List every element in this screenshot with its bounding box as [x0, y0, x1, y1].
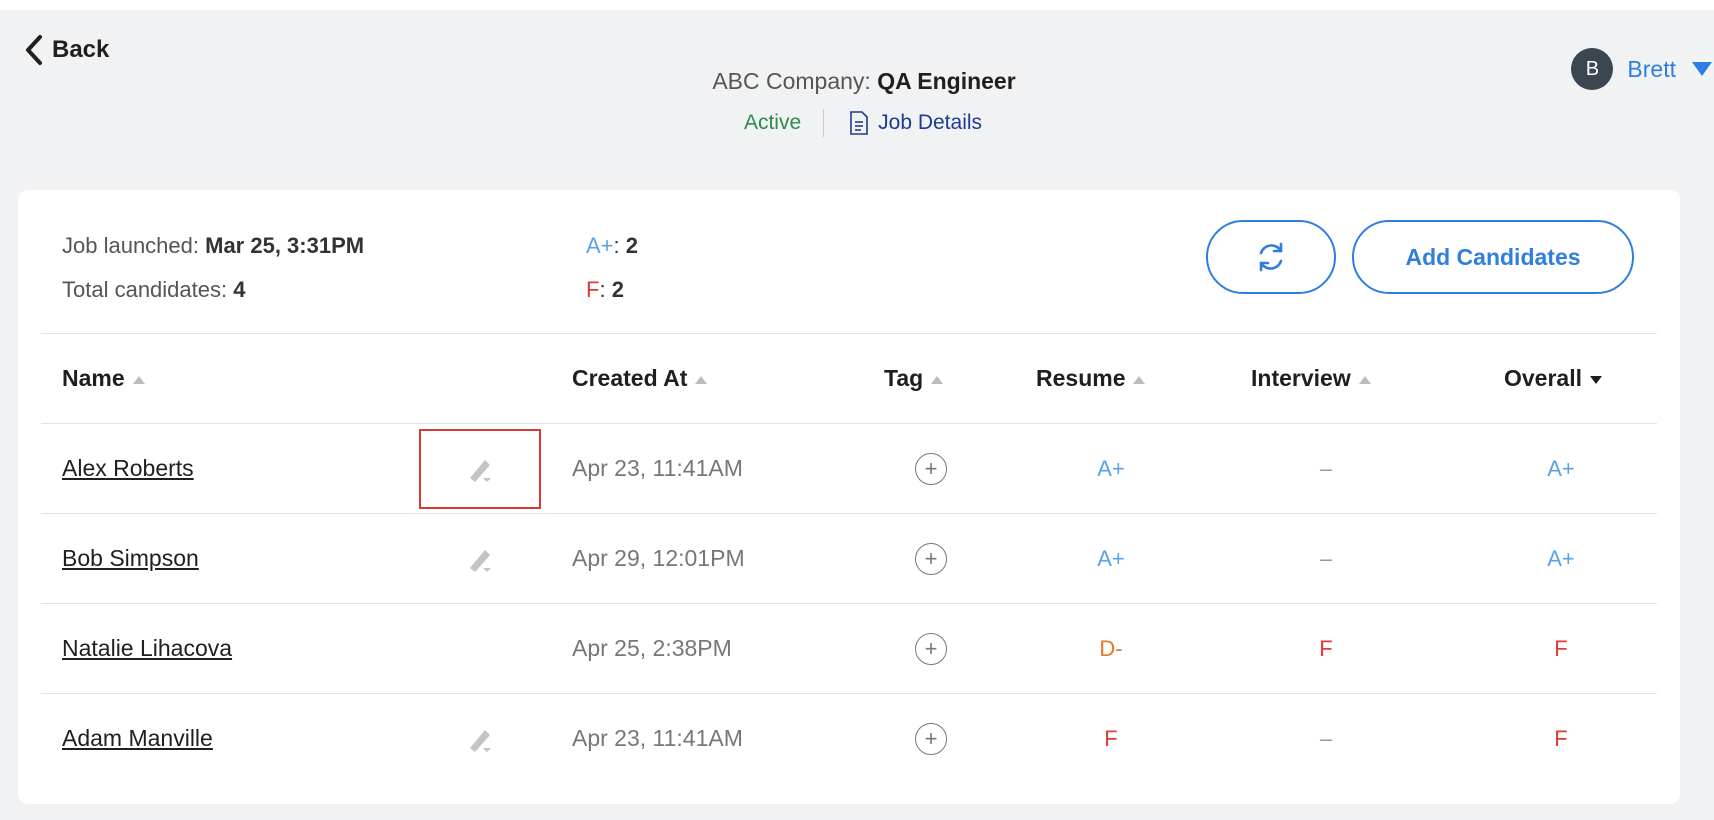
interview-grade: –	[1319, 455, 1333, 481]
tag-cell: +	[881, 632, 981, 665]
created-at: Apr 29, 12:01PM	[572, 545, 745, 571]
resume-grade: A+	[1097, 545, 1125, 571]
grade-sep: :	[599, 277, 606, 302]
header-interview-label: Interview	[1251, 365, 1351, 391]
header-interview[interactable]: Interview	[1251, 365, 1371, 392]
interview-grade: –	[1319, 725, 1333, 751]
header-overall[interactable]: Overall	[1504, 365, 1602, 392]
edit-icon[interactable]	[465, 454, 495, 484]
resume-grade: A+	[1097, 455, 1125, 481]
grade-count: 2	[611, 277, 624, 302]
overall-grade: F	[1554, 635, 1568, 661]
grade-sep: :	[613, 233, 620, 258]
grade-counts: A+: 2 F: 2	[586, 224, 638, 312]
job-stats: Job launched: Mar 25, 3:31PM Total candi…	[62, 224, 364, 312]
table-row: Alex Roberts Apr 23, 11:41AM + A+ – A+	[41, 423, 1657, 513]
tag-cell: +	[881, 542, 981, 575]
total-candidates: Total candidates: 4	[62, 268, 364, 312]
add-tag-icon[interactable]: +	[915, 452, 947, 485]
grade-label: A+	[586, 233, 614, 258]
job-details-link[interactable]: Job Details	[824, 110, 982, 136]
edit-icon[interactable]	[465, 544, 495, 574]
status-badge: Active	[744, 109, 825, 137]
add-tag-icon[interactable]: +	[915, 722, 947, 755]
resume-grade: F	[1104, 725, 1118, 751]
refresh-button[interactable]	[1206, 220, 1336, 294]
candidate-name-link[interactable]: Alex Roberts	[62, 455, 194, 482]
company-prefix: ABC Company:	[712, 68, 871, 94]
avatar: B	[1571, 48, 1614, 90]
grade-count: 2	[625, 233, 639, 258]
table-header-row: Name Created At Tag Resume Interview Ove…	[41, 333, 1657, 423]
grade-label: F	[586, 277, 600, 302]
back-label: Back	[52, 36, 110, 63]
tag-cell: +	[881, 452, 981, 485]
header-tag[interactable]: Tag	[884, 365, 944, 392]
add-tag-icon[interactable]: +	[915, 542, 947, 575]
tag-cell: +	[881, 722, 981, 755]
back-button[interactable]: Back	[24, 34, 109, 66]
grade-count-a-plus: A+: 2	[586, 224, 638, 268]
chevron-left-icon	[26, 35, 42, 65]
created-at: Apr 23, 11:41AM	[572, 455, 743, 481]
overall-grade: A+	[1547, 545, 1575, 571]
candidate-name-link[interactable]: Adam Manville	[62, 725, 213, 752]
job-launched: Job launched: Mar 25, 3:31PM	[62, 224, 364, 268]
document-icon	[850, 111, 868, 135]
header-overall-label: Overall	[1504, 365, 1582, 391]
caret-down-icon	[1692, 62, 1712, 76]
header-tag-label: Tag	[884, 365, 924, 391]
job-header: ABC Company: QA Engineer Active Job Deta…	[0, 68, 1714, 137]
sort-up-icon	[1133, 375, 1146, 384]
job-details-label: Job Details	[878, 111, 983, 134]
edit-cell	[421, 701, 539, 777]
table-row: Natalie Lihacova Apr 25, 2:38PM + D- F F	[41, 603, 1657, 693]
candidate-name-link[interactable]: Bob Simpson	[62, 545, 199, 572]
grade-count-f: F: 2	[586, 268, 638, 312]
job-meta: Active Job Details	[12, 109, 1714, 137]
created-at: Apr 25, 2:38PM	[572, 635, 732, 661]
interview-grade: –	[1319, 545, 1333, 571]
sort-up-icon	[1358, 375, 1371, 384]
job-role: QA Engineer	[877, 68, 1016, 94]
launched-value: Mar 25, 3:31PM	[205, 233, 365, 258]
created-at: Apr 23, 11:41AM	[572, 725, 743, 751]
resume-grade: D-	[1099, 635, 1123, 661]
job-title: ABC Company: QA Engineer	[14, 68, 1714, 95]
edit-icon[interactable]	[465, 724, 495, 754]
header-resume[interactable]: Resume	[1036, 365, 1146, 392]
edit-cell	[419, 428, 541, 509]
total-label: Total candidates:	[62, 277, 228, 302]
overall-grade: A+	[1547, 455, 1575, 481]
refresh-icon	[1259, 242, 1283, 272]
user-name: Brett	[1627, 55, 1676, 82]
app-root: Back ABC Company: QA Engineer Active Job…	[0, 10, 1714, 820]
total-value: 4	[233, 277, 246, 302]
candidates-card: Job launched: Mar 25, 3:31PM Total candi…	[18, 190, 1680, 804]
launched-label: Job launched:	[62, 233, 199, 258]
interview-grade: F	[1319, 635, 1333, 661]
candidate-name-link[interactable]: Natalie Lihacova	[62, 635, 232, 662]
edit-cell	[421, 521, 539, 597]
header-name-label: Name	[62, 365, 125, 391]
candidates-table: Name Created At Tag Resume Interview Ove…	[41, 333, 1657, 783]
header-created-label: Created At	[572, 365, 688, 391]
table-row: Adam Manville Apr 23, 11:41AM + F – F	[41, 693, 1657, 783]
header-name[interactable]: Name	[62, 365, 145, 392]
user-menu[interactable]: B Brett	[1571, 48, 1712, 90]
header-resume-label: Resume	[1036, 365, 1126, 391]
overall-grade: F	[1554, 725, 1568, 751]
add-candidates-button[interactable]: Add Candidates	[1352, 220, 1634, 294]
sort-down-icon	[1590, 375, 1602, 384]
header-created-at[interactable]: Created At	[572, 365, 708, 392]
add-tag-icon[interactable]: +	[915, 632, 947, 665]
sort-up-icon	[695, 375, 708, 384]
sort-up-icon	[931, 375, 944, 384]
table-row: Bob Simpson Apr 29, 12:01PM + A+ – A+	[41, 513, 1657, 603]
sort-up-icon	[132, 375, 145, 384]
